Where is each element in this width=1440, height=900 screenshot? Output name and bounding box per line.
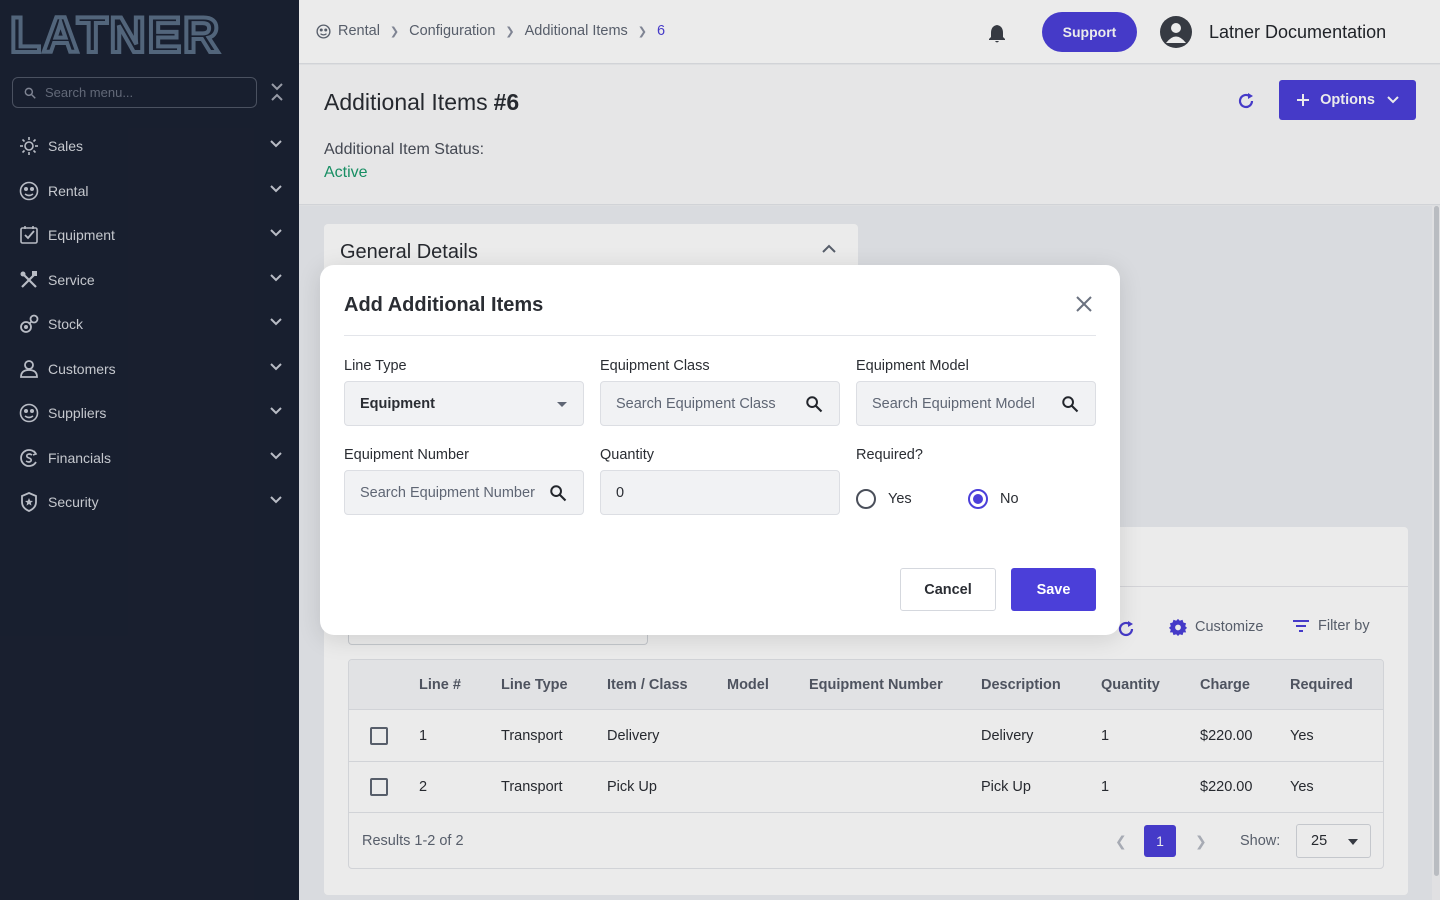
required-no-label: No (1000, 491, 1019, 507)
save-button[interactable]: Save (1011, 568, 1096, 611)
divider (344, 335, 1096, 336)
search-icon[interactable] (805, 395, 823, 413)
search-icon[interactable] (1061, 395, 1079, 413)
line-type-value: Equipment (360, 395, 435, 412)
radio-circle-selected[interactable] (968, 489, 988, 509)
equipment-number-field[interactable] (344, 470, 584, 515)
line-type-select[interactable]: Equipment (344, 381, 584, 426)
equipment-number-input[interactable] (360, 484, 540, 501)
quantity-field[interactable] (600, 470, 840, 515)
cancel-button[interactable]: Cancel (900, 568, 996, 611)
equipment-model-input[interactable] (872, 395, 1052, 412)
equipment-class-label: Equipment Class (600, 358, 710, 374)
required-yes-label: Yes (888, 491, 912, 507)
search-icon[interactable] (549, 484, 567, 502)
line-type-label: Line Type (344, 358, 407, 374)
radio-circle[interactable] (856, 489, 876, 509)
required-label: Required? (856, 447, 923, 463)
close-icon[interactable] (1075, 295, 1093, 313)
quantity-input[interactable] (616, 484, 796, 501)
equipment-model-label: Equipment Model (856, 358, 969, 374)
equipment-class-field[interactable] (600, 381, 840, 426)
equipment-number-label: Equipment Number (344, 447, 469, 463)
caret-down-icon (557, 402, 567, 407)
add-additional-items-modal: Add Additional Items Line Type Equipment… (320, 265, 1120, 635)
required-no-radio[interactable]: No (968, 489, 1019, 509)
equipment-model-field[interactable] (856, 381, 1096, 426)
required-yes-radio[interactable]: Yes (856, 489, 912, 509)
equipment-class-input[interactable] (616, 395, 796, 412)
modal-title: Add Additional Items (344, 294, 544, 316)
quantity-label: Quantity (600, 447, 654, 463)
